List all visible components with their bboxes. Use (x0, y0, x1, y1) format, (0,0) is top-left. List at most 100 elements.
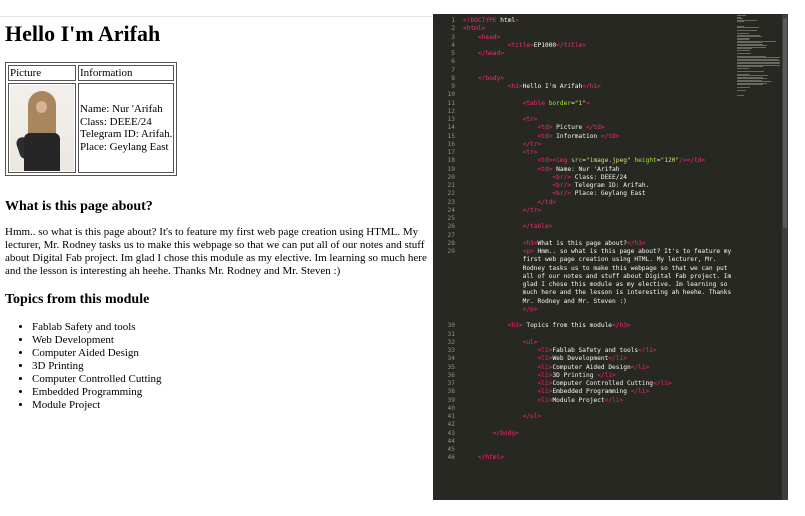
code-line: </ul> (522, 413, 542, 420)
class-line: Class: DEEE/24 (80, 115, 152, 128)
line-number (433, 289, 455, 297)
code-line: <li>Computer Controlled Cutting</li> (537, 380, 672, 387)
code-line: <p> Hmm.. so what is this page about? It… (522, 248, 732, 255)
table-row: Picture Information (8, 65, 175, 81)
code-line: </p> (522, 305, 538, 313)
profile-photo (10, 85, 74, 171)
list-item: Computer Aided Design (32, 347, 162, 360)
code-line: <html> (463, 25, 486, 33)
information-header: Information (78, 65, 175, 81)
code-line: <head> (477, 33, 501, 41)
minimap-line (737, 27, 759, 28)
line-number (433, 265, 455, 273)
list-item: Computer Controlled Cutting (32, 373, 162, 386)
line-number: 17 (447, 149, 455, 156)
code-line: <h1>Hello I'm Arifah</h1> (507, 83, 601, 90)
topics-list: Fablab Safety and tools Web Development … (20, 321, 162, 412)
line-number: 5 (451, 50, 455, 57)
line-number: 31 (447, 330, 455, 338)
code-line: </body> (477, 74, 504, 82)
code-line: <br/> Place: Geylang East (552, 190, 646, 198)
code-line: <tr> (522, 149, 538, 156)
topics-heading: Topics from this module (5, 292, 150, 307)
line-number: 29 (447, 248, 455, 255)
line-number: 6 (451, 58, 455, 66)
line-number: 39 (447, 396, 455, 404)
line-number: 18 (447, 157, 455, 165)
line-number (433, 273, 455, 281)
minimap-line (737, 30, 757, 31)
code-line: <li>Module Project</li> (537, 396, 624, 404)
window-edge (788, 14, 805, 500)
minimap[interactable] (737, 15, 783, 96)
table-row: Name: Nur 'Arifah Class: DEEE/24 Telegra… (8, 83, 175, 173)
list-item: 3D Printing (32, 360, 162, 373)
page-heading: Hello I'm Arifah (5, 21, 161, 46)
code-line: </tr> (522, 140, 542, 148)
line-number (433, 306, 455, 314)
code-line: </head> (477, 50, 504, 57)
code-area[interactable]: <!DOCTYPE html> <html> <head> <title>EP10… (463, 17, 731, 463)
code-line: </td> (537, 198, 557, 206)
code-line: <table border="1"> (522, 99, 590, 107)
code-line: </html> (477, 454, 504, 462)
line-number: 8 (451, 74, 455, 82)
code-line: <tr> (522, 116, 538, 123)
line-number (433, 281, 455, 289)
line-number: 28 (447, 239, 455, 247)
line-number: 23 (447, 198, 455, 206)
line-number: 37 (447, 380, 455, 387)
code-line: <li>Web Development</li> (537, 355, 627, 363)
code-line: <td> Information </td> (537, 132, 620, 140)
line-number: 1 (451, 17, 455, 24)
place-line: Place: Geylang East (80, 140, 169, 153)
line-number: 3 (451, 33, 455, 41)
line-number: 34 (447, 355, 455, 363)
picture-cell (8, 83, 76, 173)
code-line: glad I chose this module as my elective.… (463, 281, 728, 288)
line-number: 40 (447, 404, 455, 412)
code-line: <li>Embedded Programming </li> (537, 388, 650, 396)
code-line: <title>EP1000</title> (507, 41, 586, 49)
code-line: much here and the lesson is interesting … (463, 289, 732, 297)
editor-scroll-thumb[interactable] (783, 18, 787, 228)
line-number: 16 (447, 140, 455, 148)
line-number: 41 (447, 413, 455, 420)
line-number: 43 (447, 429, 455, 437)
code-editor[interactable]: 1 2 3 4 5 6 7 8 9 10 11 12 13 14 15 16 17 18 19 20 21 22 23 24 2… (433, 14, 788, 500)
line-number: 15 (447, 132, 455, 140)
list-item: Module Project (32, 399, 162, 412)
list-item: Web Development (32, 334, 162, 347)
code-line: <li>Computer Aided Design</li> (537, 363, 650, 371)
code-line: <td><img src="image.jpeg" height="120"/>… (537, 157, 706, 165)
line-number: 14 (447, 124, 455, 132)
line-number (433, 256, 455, 264)
line-number (433, 298, 455, 306)
minimap-line (737, 49, 750, 51)
minimap-line (737, 67, 749, 69)
browser-page: Hello I'm Arifah Picture Information Nam… (0, 16, 433, 501)
minimap-line (737, 21, 744, 22)
code-line: <ul> (522, 338, 538, 346)
code-line: Rodney tasks us to make this webpage so … (463, 264, 728, 272)
line-number: 7 (451, 66, 455, 74)
line-number: 32 (447, 338, 455, 346)
minimap-line (737, 87, 750, 88)
line-number: 45 (447, 446, 455, 453)
line-number-gutter: 1 2 3 4 5 6 7 8 9 10 11 12 13 14 15 16 17 18 19 20 21 22 23 24 2… (433, 17, 455, 463)
line-number: 9 (451, 83, 455, 90)
line-number: 11 (447, 99, 455, 107)
line-number: 36 (447, 371, 455, 379)
line-number: 12 (447, 107, 455, 115)
code-line: <br/> Telegram ID: Arifah. (552, 182, 650, 189)
line-number: 10 (447, 91, 455, 99)
picture-header: Picture (8, 65, 76, 81)
minimap-line (737, 84, 763, 85)
code-line: <h3>What is this page about?</h3> (522, 239, 646, 247)
